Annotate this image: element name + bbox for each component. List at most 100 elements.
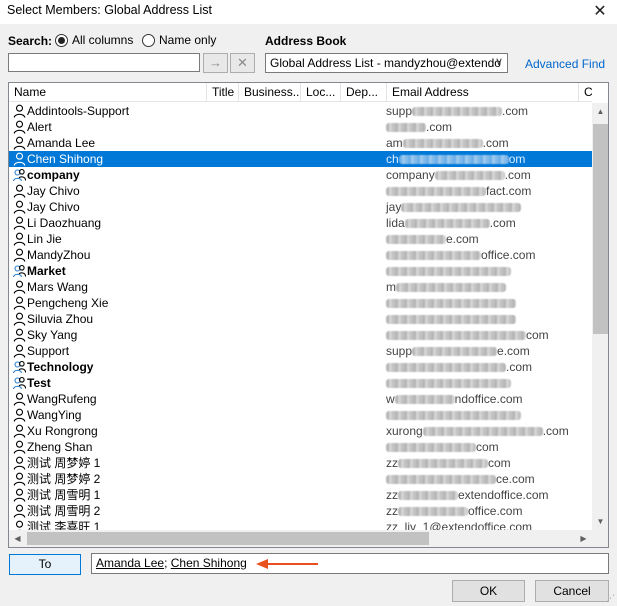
- table-row[interactable]: 测试 李喜旺 1 zz_liv_1@extendoffice.com: [9, 519, 592, 530]
- member-list[interactable]: Name Title Business... Loc... Dep... Ema…: [8, 82, 609, 548]
- table-row[interactable]: WangYing: [9, 407, 592, 423]
- column-header-business[interactable]: Business...: [239, 83, 301, 101]
- radio-name-only[interactable]: Name only: [142, 33, 216, 47]
- user-icon: [13, 392, 26, 406]
- table-row[interactable]: Alert .com: [9, 119, 592, 135]
- close-icon[interactable]: ✕: [591, 1, 609, 21]
- go-button[interactable]: →: [203, 53, 228, 73]
- horizontal-scroll-thumb[interactable]: [27, 532, 429, 545]
- table-row[interactable]: 测试 周梦婷 2 ce.com: [9, 471, 592, 487]
- table-row[interactable]: Lin Jie e.com: [9, 231, 592, 247]
- row-email: supp e.com: [386, 343, 530, 359]
- ok-button[interactable]: OK: [452, 580, 525, 602]
- row-email: office.com: [386, 247, 535, 263]
- search-label: Search:: [8, 34, 53, 48]
- table-row[interactable]: WangRufeng w ndoffice.com: [9, 391, 592, 407]
- redacted-email: [386, 123, 426, 132]
- row-email: fact.com: [386, 183, 531, 199]
- row-email-domain: .com: [482, 136, 509, 150]
- table-row[interactable]: Li Daozhuang lida .com: [9, 215, 592, 231]
- resize-grip-icon[interactable]: ⋰: [606, 593, 615, 604]
- redacted-email: [396, 283, 506, 292]
- horizontal-scrollbar[interactable]: ◀ ▶: [9, 530, 592, 547]
- redacted-email: [386, 363, 506, 372]
- redacted-email: [386, 411, 521, 420]
- column-header-email[interactable]: Email Address: [387, 83, 579, 101]
- table-row[interactable]: Amanda Lee am .com: [9, 135, 592, 151]
- user-icon: [13, 136, 26, 150]
- redacted-email: [386, 379, 511, 388]
- table-row[interactable]: Jay Chivo fact.com: [9, 183, 592, 199]
- table-row[interactable]: 测试 周梦婷 1 zz com: [9, 455, 592, 471]
- scroll-down-icon[interactable]: ▼: [592, 513, 608, 530]
- row-name: 测试 周梦婷 1: [27, 456, 101, 470]
- table-row[interactable]: Siluvia Zhou: [9, 311, 592, 327]
- scroll-up-icon[interactable]: ▲: [592, 103, 608, 120]
- to-button[interactable]: To: [9, 554, 81, 575]
- user-icon: [13, 504, 26, 518]
- address-book-label: Address Book: [265, 34, 347, 48]
- column-header-location[interactable]: Loc...: [301, 83, 341, 101]
- table-row[interactable]: Sky Yang com: [9, 327, 592, 343]
- address-book-select[interactable]: Global Address List - mandyzhou@extendo …: [265, 53, 508, 73]
- row-email-domain: com: [526, 328, 549, 342]
- user-icon: [13, 104, 26, 118]
- scroll-left-icon[interactable]: ◀: [9, 530, 26, 547]
- chevron-down-icon: ∨: [494, 56, 503, 68]
- row-email: ch om: [386, 151, 525, 167]
- table-row[interactable]: Xu Rongrong xurong .com: [9, 423, 592, 439]
- row-email-text: lida: [386, 216, 405, 230]
- column-header-company[interactable]: Com: [579, 83, 592, 101]
- table-row[interactable]: Market: [9, 263, 592, 279]
- table-row[interactable]: Addintools-Support supp .com: [9, 103, 592, 119]
- table-row[interactable]: Technology .com: [9, 359, 592, 375]
- row-email-text: zz: [386, 504, 398, 518]
- row-email-domain: .com: [506, 360, 533, 374]
- table-row[interactable]: MandyZhou office.com: [9, 247, 592, 263]
- row-email-text: am: [386, 136, 403, 150]
- search-input[interactable]: [8, 53, 200, 72]
- cancel-button[interactable]: Cancel: [535, 580, 609, 602]
- recipient-chip[interactable]: Amanda Lee: [96, 556, 164, 570]
- advanced-find-link[interactable]: Advanced Find: [525, 57, 605, 71]
- column-header-title[interactable]: Title: [207, 83, 239, 101]
- row-email-text: jay: [386, 200, 402, 214]
- table-row[interactable]: Mars Wang m: [9, 279, 592, 295]
- row-name: 测试 周梦婷 2: [27, 472, 101, 486]
- user-icon: [13, 200, 26, 214]
- window-title: Select Members: Global Address List: [7, 3, 212, 17]
- row-name: company: [27, 168, 80, 182]
- column-header-name[interactable]: Name: [9, 83, 207, 101]
- row-name: Lin Jie: [27, 232, 62, 246]
- user-icon: [13, 120, 26, 134]
- table-row[interactable]: Zheng Shan com: [9, 439, 592, 455]
- row-email: am .com: [386, 135, 509, 151]
- table-row[interactable]: Support supp e.com: [9, 343, 592, 359]
- table-row[interactable]: 测试 周雪明 1 zz extendoffice.com: [9, 487, 592, 503]
- table-row[interactable]: 测试 周雪明 2 zz office.com: [9, 503, 592, 519]
- radio-all-columns[interactable]: All columns: [55, 33, 133, 47]
- table-row[interactable]: Chen Shihong ch om: [9, 151, 592, 167]
- user-icon: [13, 520, 26, 530]
- table-row[interactable]: company company .com: [9, 167, 592, 183]
- row-email: ce.com: [386, 471, 535, 487]
- table-row[interactable]: Test: [9, 375, 592, 391]
- row-email: com: [386, 439, 499, 455]
- row-email: w ndoffice.com: [386, 391, 523, 407]
- vertical-scroll-thumb[interactable]: [593, 124, 608, 334]
- to-recipients-field[interactable]: Amanda Lee; Chen Shihong: [91, 553, 609, 574]
- row-name: MandyZhou: [27, 248, 91, 262]
- scroll-right-icon[interactable]: ▶: [575, 530, 592, 547]
- row-name: Siluvia Zhou: [27, 312, 94, 326]
- clear-search-button[interactable]: ✕: [230, 53, 255, 73]
- recipient-chip[interactable]: Chen Shihong: [171, 556, 247, 570]
- vertical-scrollbar[interactable]: ▲ ▼: [592, 103, 608, 530]
- table-row[interactable]: Pengcheng Xie: [9, 295, 592, 311]
- user-icon: [13, 328, 26, 342]
- column-header-department[interactable]: Dep...: [341, 83, 387, 101]
- table-row[interactable]: Jay Chivo jay: [9, 199, 592, 215]
- redacted-email: [398, 459, 488, 468]
- group-icon: [12, 168, 27, 182]
- redacted-email: [386, 235, 446, 244]
- row-name: WangRufeng: [27, 392, 97, 406]
